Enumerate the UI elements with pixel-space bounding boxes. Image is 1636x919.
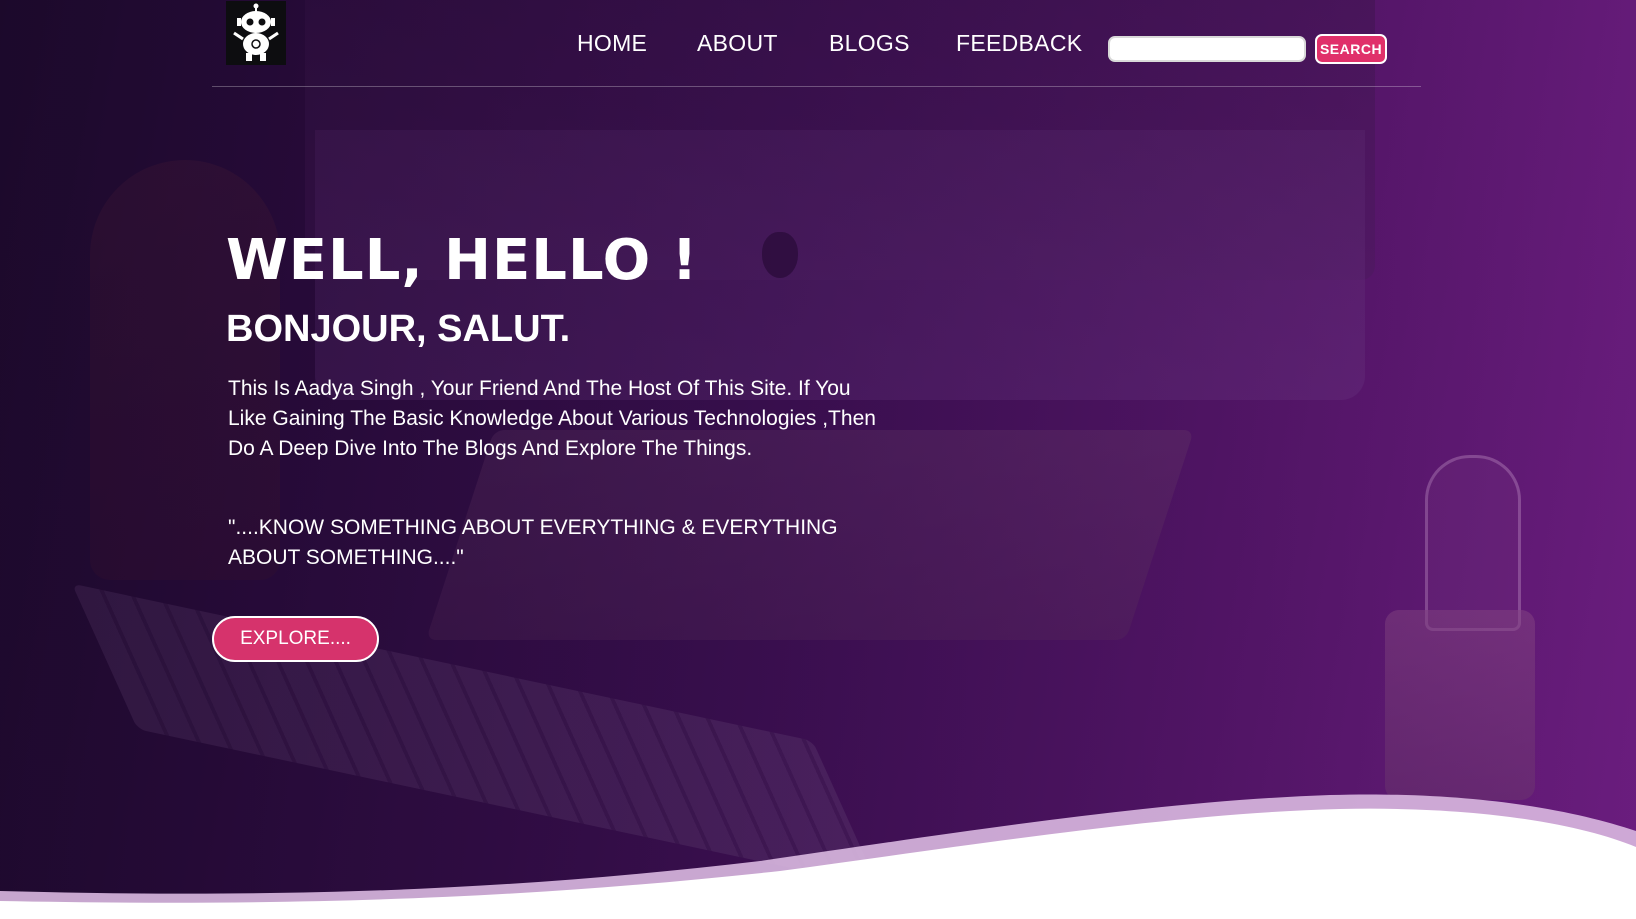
- robot-logo-icon[interactable]: [226, 1, 286, 65]
- bottom-wave: [0, 794, 1636, 919]
- nav-home-link[interactable]: HOME: [577, 30, 647, 57]
- nav-about-link[interactable]: ABOUT: [697, 30, 778, 57]
- hero-title: WELL, HELLO !: [226, 228, 699, 293]
- search-input[interactable]: [1108, 36, 1306, 62]
- site-header: HOME ABOUT BLOGS FEEDBACK SEARCH: [212, 0, 1421, 87]
- search-button[interactable]: SEARCH: [1315, 34, 1387, 64]
- hero-intro-text: This Is Aadya Singh , Your Friend And Th…: [228, 377, 876, 460]
- nav-blogs-link[interactable]: BLOGS: [829, 30, 910, 57]
- hero-subtitle: BONJOUR, SALUT.: [226, 308, 571, 350]
- nav-feedback-link[interactable]: FEEDBACK: [956, 30, 1082, 57]
- explore-button[interactable]: EXPLORE....: [212, 616, 379, 662]
- hero-quote: "....KNOW SOMETHING ABOUT EVERYTHING & E…: [228, 516, 838, 569]
